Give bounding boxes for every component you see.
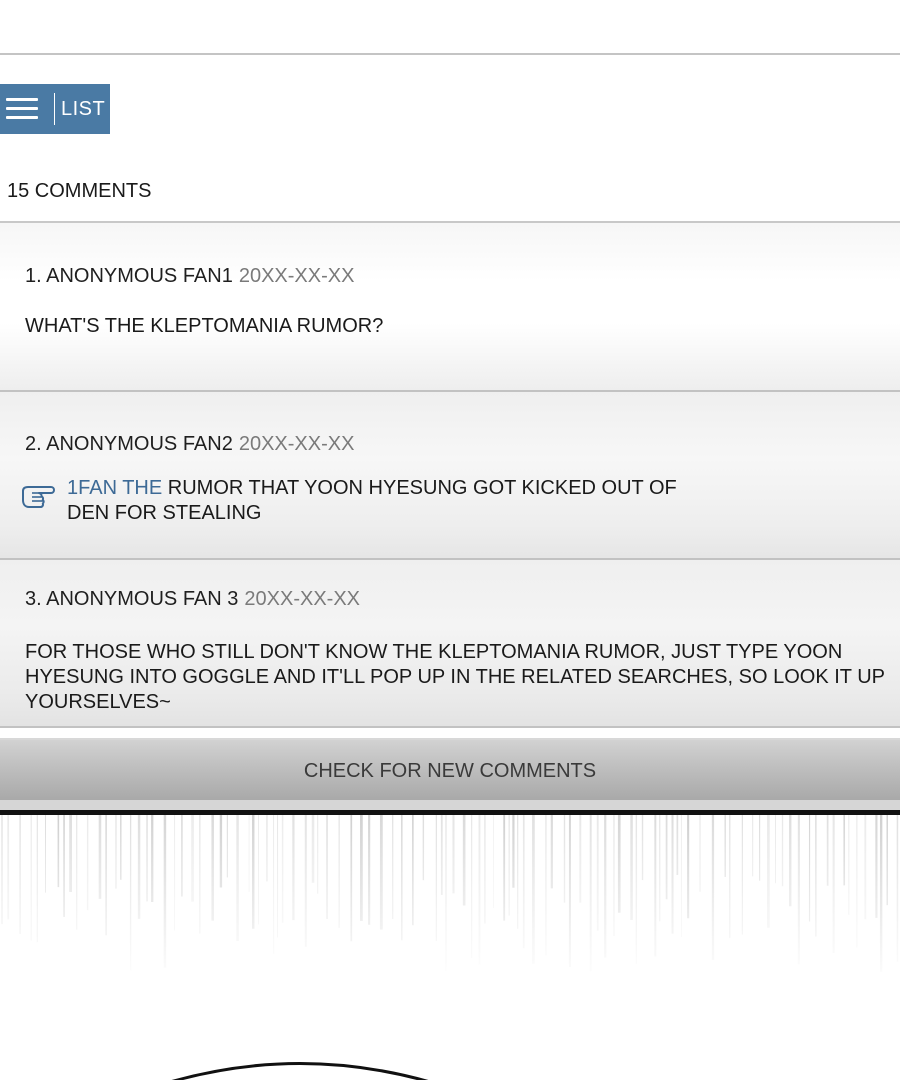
comment-item: 3. ANONYMOUS FAN 3 20XX-XX-XX FOR THOSE W…	[0, 560, 900, 728]
comment-header: 1. ANONYMOUS FAN1 20XX-XX-XX	[25, 265, 354, 288]
comment-date: 20XX-XX-XX	[238, 433, 355, 455]
reply-tag[interactable]: 1FAN THE	[67, 477, 162, 499]
speed-lines-background	[0, 815, 900, 985]
comment-panel-page: LIST 15 COMMENTS 1. ANONYMOUS FAN1 20XX-X…	[0, 0, 900, 1080]
comment-date: 20XX-XX-XX	[244, 588, 360, 610]
list-button-separator	[54, 93, 55, 125]
comment-text: WHAT'S THE KLEPTOMANIA RUMOR?	[25, 315, 384, 337]
list-button-label: LIST	[61, 97, 106, 120]
comment-item: 1. ANONYMOUS FAN1 20XX-XX-XX WHAT'S THE K…	[0, 223, 900, 392]
comment-author: 3. ANONYMOUS FAN 3	[25, 588, 239, 610]
comment-date: 20XX-XX-XX	[238, 265, 355, 287]
comment-item: 2. ANONYMOUS FAN2 20XX-XX-XX 1FAN THE RUM…	[0, 392, 900, 560]
check-new-comments-label: CHECK FOR NEW COMMENTS	[303, 759, 597, 782]
comment-header: 2. ANONYMOUS FAN2 20XX-XX-XX	[25, 433, 354, 456]
top-divider	[0, 53, 900, 55]
check-new-comments-button[interactable]: CHECK FOR NEW COMMENTS	[0, 738, 900, 800]
comment-count: 15 COMMENTS	[7, 180, 152, 202]
comment-text: FOR THOSE WHO STILL DON'T KNOW THE KLEPT…	[25, 641, 885, 713]
list-button[interactable]: LIST	[0, 84, 110, 134]
comment-text: 1FAN THE RUMOR THAT YOON HYESUNG GOT KIC…	[67, 476, 687, 526]
pointing-hand-icon	[22, 486, 55, 508]
speech-bubble-outline	[171, 1062, 429, 1080]
comment-header: 3. ANONYMOUS FAN 3 20XX-XX-XX	[25, 588, 360, 611]
comment-author: 1. ANONYMOUS FAN1	[25, 265, 233, 287]
hamburger-icon	[6, 95, 40, 123]
comment-author: 2. ANONYMOUS FAN2	[25, 433, 233, 455]
